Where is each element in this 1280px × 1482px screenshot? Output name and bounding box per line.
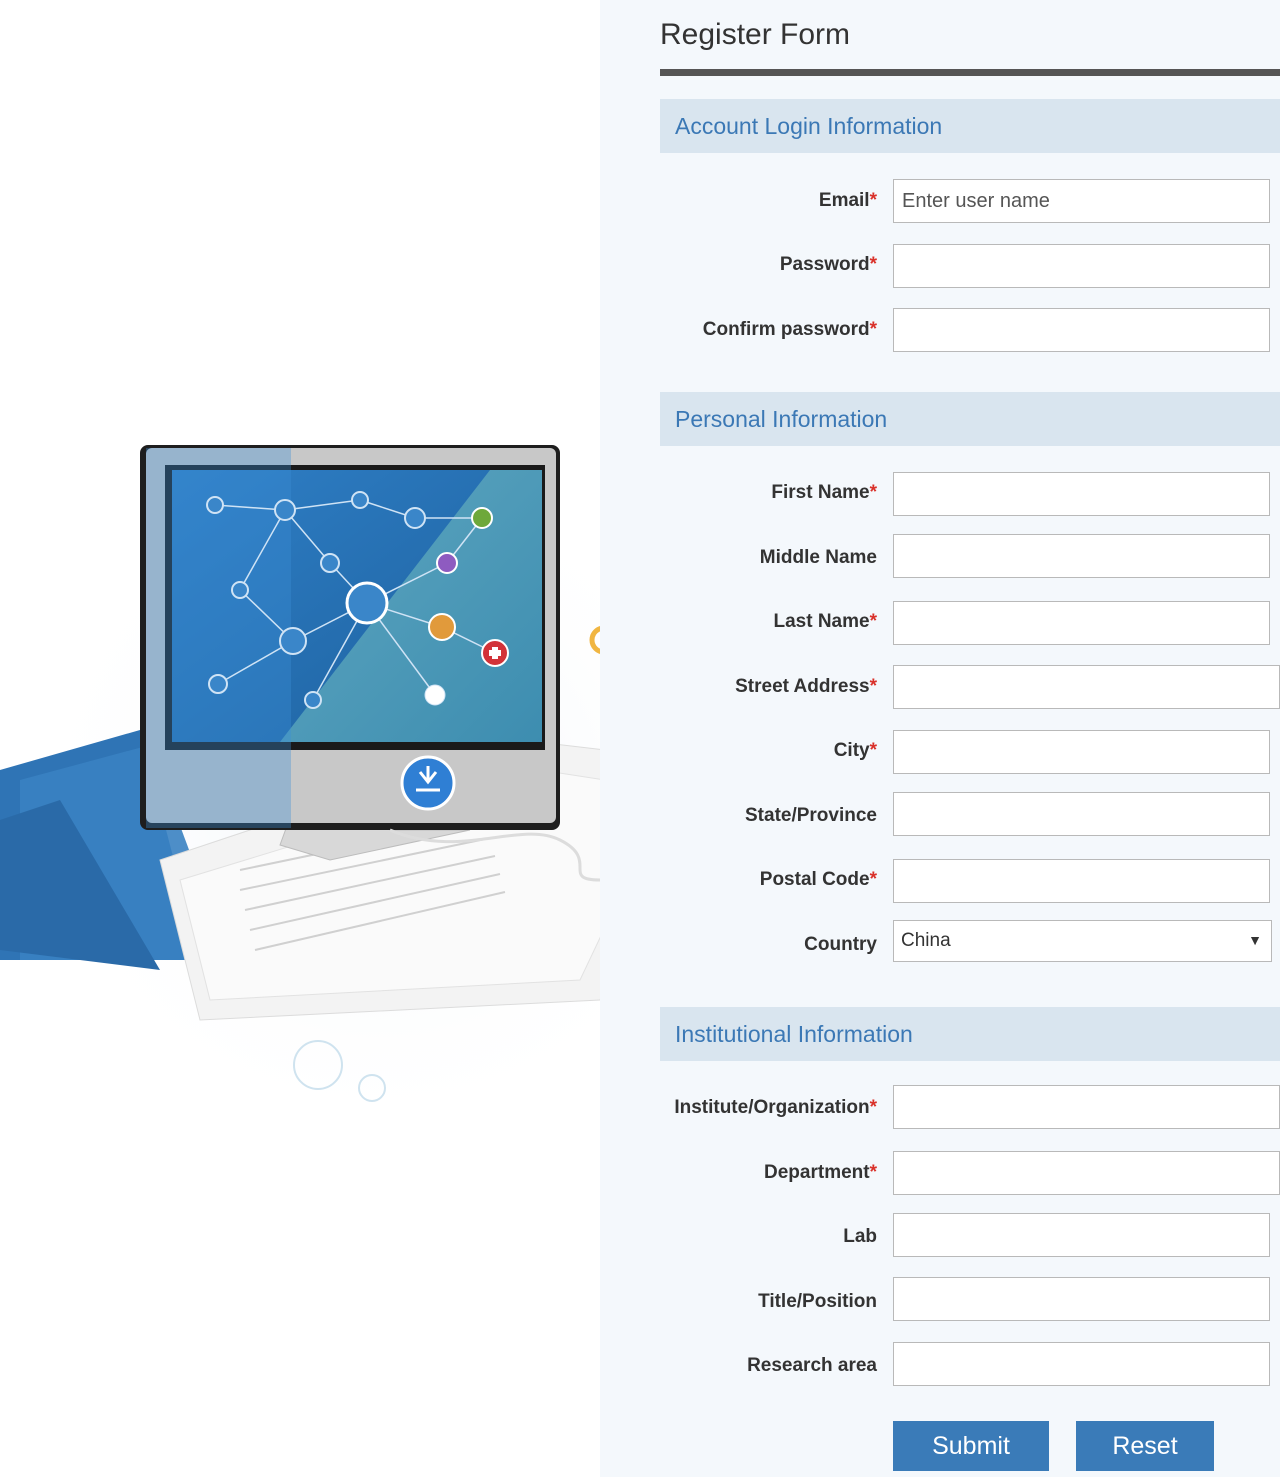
country-select[interactable]: China ▼ <box>893 920 1272 962</box>
street-address-label: Street Address* <box>735 676 877 697</box>
city-label: City* <box>833 740 877 761</box>
title-position-label: Title/Position <box>758 1291 877 1312</box>
last-name-field[interactable] <box>893 601 1270 645</box>
title-divider <box>660 69 1280 76</box>
first-name-field[interactable] <box>893 472 1270 516</box>
research-area-label: Research area <box>747 1355 877 1376</box>
lab-label: Lab <box>843 1226 877 1247</box>
lab-field[interactable] <box>893 1213 1270 1257</box>
section-header-account: Account Login Information <box>660 99 1280 153</box>
postal-code-field[interactable] <box>893 859 1270 903</box>
section-header-personal: Personal Information <box>660 392 1280 446</box>
research-area-field[interactable] <box>893 1342 1270 1386</box>
required-marker: * <box>869 740 877 761</box>
confirm-password-label: Confirm password* <box>702 319 877 340</box>
required-marker: * <box>869 190 877 211</box>
required-marker: * <box>869 1162 877 1183</box>
required-marker: * <box>869 254 877 275</box>
illustration-graphic <box>0 445 740 1140</box>
title-position-field[interactable] <box>893 1277 1270 1321</box>
confirm-password-field[interactable] <box>893 308 1270 352</box>
institute-field[interactable] <box>893 1085 1280 1129</box>
state-province-label: State/Province <box>745 805 877 826</box>
required-marker: * <box>869 1097 877 1118</box>
email-label: Email* <box>818 190 877 211</box>
required-marker: * <box>869 319 877 340</box>
institute-label: Institute/Organization* <box>674 1097 877 1118</box>
middle-name-field[interactable] <box>893 534 1270 578</box>
country-selected-value: China <box>901 930 951 951</box>
email-field[interactable] <box>893 179 1270 223</box>
middle-name-label: Middle Name <box>759 547 877 568</box>
country-label: Country <box>804 934 877 955</box>
reset-button[interactable]: Reset <box>1076 1421 1214 1471</box>
city-field[interactable] <box>893 730 1270 774</box>
last-name-label: Last Name* <box>773 611 877 632</box>
department-field[interactable] <box>893 1151 1280 1195</box>
submit-button[interactable]: Submit <box>893 1421 1049 1471</box>
required-marker: * <box>869 611 877 632</box>
department-label: Department* <box>764 1162 877 1183</box>
street-address-field[interactable] <box>893 665 1280 709</box>
section-header-institutional: Institutional Information <box>660 1007 1280 1061</box>
page-title: Register Form <box>660 18 851 51</box>
chevron-down-icon: ▼ <box>1248 932 1262 948</box>
postal-code-label: Postal Code* <box>759 869 877 890</box>
password-field[interactable] <box>893 244 1270 288</box>
required-marker: * <box>869 676 877 697</box>
required-marker: * <box>869 482 877 503</box>
state-province-field[interactable] <box>893 792 1270 836</box>
computer-network-illustration <box>0 0 740 1477</box>
first-name-label: First Name* <box>771 482 877 503</box>
required-marker: * <box>869 869 877 890</box>
password-label: Password* <box>779 254 877 275</box>
